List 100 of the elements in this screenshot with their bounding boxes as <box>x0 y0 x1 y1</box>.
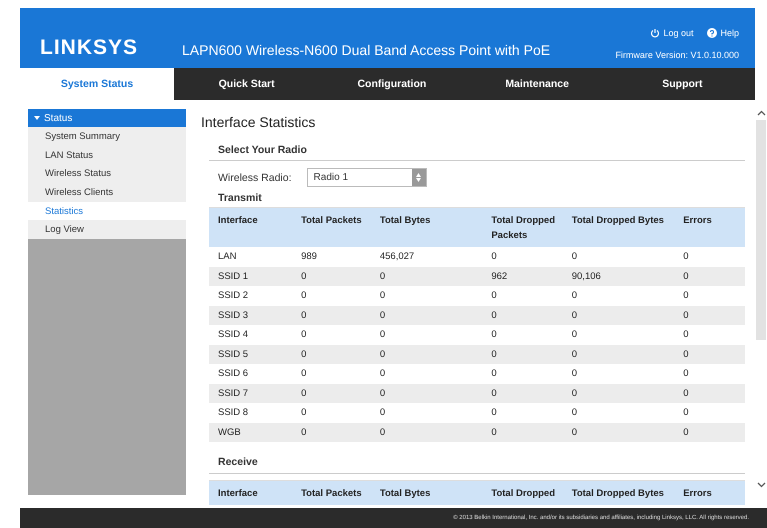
table-cell: 0 <box>370 344 482 364</box>
nav-tab[interactable]: Configuration <box>319 68 464 100</box>
firmware-version: Firmware Version: V1.0.10.000 <box>615 50 739 60</box>
table-cell: 0 <box>292 384 371 403</box>
table-cell: 0 <box>370 286 482 306</box>
table-cell: 0 <box>674 325 745 344</box>
table-cell: SSID 2 <box>209 286 292 306</box>
table-cell: 0 <box>482 384 563 403</box>
help-link[interactable]: Help <box>707 28 739 38</box>
column-header: Total Dropped <box>482 480 563 505</box>
table-cell: 0 <box>292 266 371 286</box>
table-cell: SSID 1 <box>209 266 292 286</box>
sidebar-item[interactable]: Wireless Clients <box>28 183 186 202</box>
column-header: Errors <box>674 208 745 247</box>
table-cell: 0 <box>370 306 482 325</box>
table-cell: 0 <box>482 286 563 306</box>
product-title: LAPN600 Wireless-N600 Dual Band Access Point with PoE <box>182 42 552 60</box>
table-cell: 0 <box>482 403 563 422</box>
table-cell: 0 <box>292 344 371 364</box>
column-header: Total Dropped Bytes <box>562 480 674 505</box>
table-cell: 0 <box>370 422 482 442</box>
table-cell: 0 <box>674 286 745 306</box>
section-heading: Transmit <box>217 191 263 206</box>
radio-select[interactable]: Radio 1 <box>306 168 427 187</box>
table-cell: 0 <box>292 286 371 306</box>
table-cell: SSID 8 <box>209 403 292 422</box>
table-cell: 0 <box>674 403 745 422</box>
column-header: Total Dropped Bytes <box>562 208 674 247</box>
table-cell: 0 <box>292 325 371 344</box>
table-cell: 0 <box>562 247 674 266</box>
table-cell: 0 <box>482 247 563 266</box>
column-header: Total Packets <box>292 480 371 505</box>
table-cell: 0 <box>482 325 563 344</box>
table-cell: SSID 4 <box>209 325 292 344</box>
table-cell: 0 <box>292 364 371 384</box>
column-header: Interface <box>209 480 292 505</box>
table-cell: 0 <box>562 344 674 364</box>
table-cell: 0 <box>370 384 482 403</box>
table-cell: 0 <box>562 384 674 403</box>
sidebar-item[interactable]: Log View <box>28 220 186 240</box>
table-cell: 0 <box>292 403 371 422</box>
table-cell: SSID 6 <box>209 364 292 384</box>
nav-tab[interactable]: Maintenance <box>464 68 610 100</box>
nav-tab[interactable]: System Status <box>20 68 174 100</box>
table-cell: 0 <box>562 325 674 344</box>
scrollbar-thumb[interactable] <box>756 120 766 340</box>
table-cell: SSID 3 <box>209 306 292 325</box>
sidebar-item[interactable]: System Summary <box>28 127 186 146</box>
sidebar-item[interactable]: Wireless Status <box>28 164 186 184</box>
column-header: Total Bytes <box>370 208 482 247</box>
scroll-down-icon[interactable] <box>756 482 766 488</box>
table-cell: 0 <box>482 306 563 325</box>
table-cell: 0 <box>292 422 371 442</box>
sidebar-group[interactable]: Status <box>28 109 186 127</box>
table-cell: 989 <box>292 247 371 266</box>
section-heading: Receive <box>209 442 745 474</box>
table-cell: 0 <box>674 344 745 364</box>
column-header: Total Bytes <box>370 480 482 505</box>
column-header: Total Packets <box>292 208 371 247</box>
table-cell: 0 <box>370 364 482 384</box>
power-icon <box>650 28 660 38</box>
page-title: Interface Statistics <box>201 114 316 130</box>
table-cell: SSID 5 <box>209 344 292 364</box>
table-cell: 962 <box>482 266 563 286</box>
log-out-link[interactable]: Log out <box>650 28 694 38</box>
table-cell: 0 <box>482 422 563 442</box>
table-cell: 0 <box>562 306 674 325</box>
spinner-arrows-icon <box>416 173 422 182</box>
logo: LINKSYS <box>40 36 140 60</box>
table-cell: WGB <box>209 422 292 442</box>
nav-tab[interactable]: Support <box>610 68 755 100</box>
column-header: Errors <box>674 480 745 505</box>
table-cell: 0 <box>562 286 674 306</box>
column-header: Interface <box>209 208 292 247</box>
caret-icon <box>34 116 40 120</box>
field-label: Wireless Radio: <box>218 172 292 184</box>
table-cell: 0 <box>562 422 674 442</box>
sidebar-item[interactable]: LAN Status <box>28 146 186 164</box>
table-cell: 0 <box>370 325 482 344</box>
help-icon <box>707 28 718 38</box>
table-cell: 456,027 <box>370 247 482 266</box>
table-cell: 0 <box>674 247 745 266</box>
table-cell: 90,106 <box>562 266 674 286</box>
scroll-up-icon[interactable] <box>756 110 766 116</box>
table-cell: 0 <box>482 344 563 364</box>
table-cell: 0 <box>292 306 371 325</box>
table-cell: 0 <box>674 306 745 325</box>
nav-tab[interactable]: Quick Start <box>174 68 320 100</box>
table-cell: 0 <box>674 266 745 286</box>
section-heading: Select Your Radio <box>209 144 745 161</box>
table-cell: 0 <box>562 403 674 422</box>
table-cell: LAN <box>209 247 292 266</box>
table-cell: 0 <box>370 266 482 286</box>
table-cell: 0 <box>370 403 482 422</box>
table-cell: 0 <box>562 364 674 384</box>
table-cell: 0 <box>674 364 745 384</box>
table-cell: 0 <box>482 364 563 384</box>
table-cell: SSID 7 <box>209 384 292 403</box>
column-header: Total Dropped Packets <box>482 208 563 247</box>
table-cell: 0 <box>674 384 745 403</box>
